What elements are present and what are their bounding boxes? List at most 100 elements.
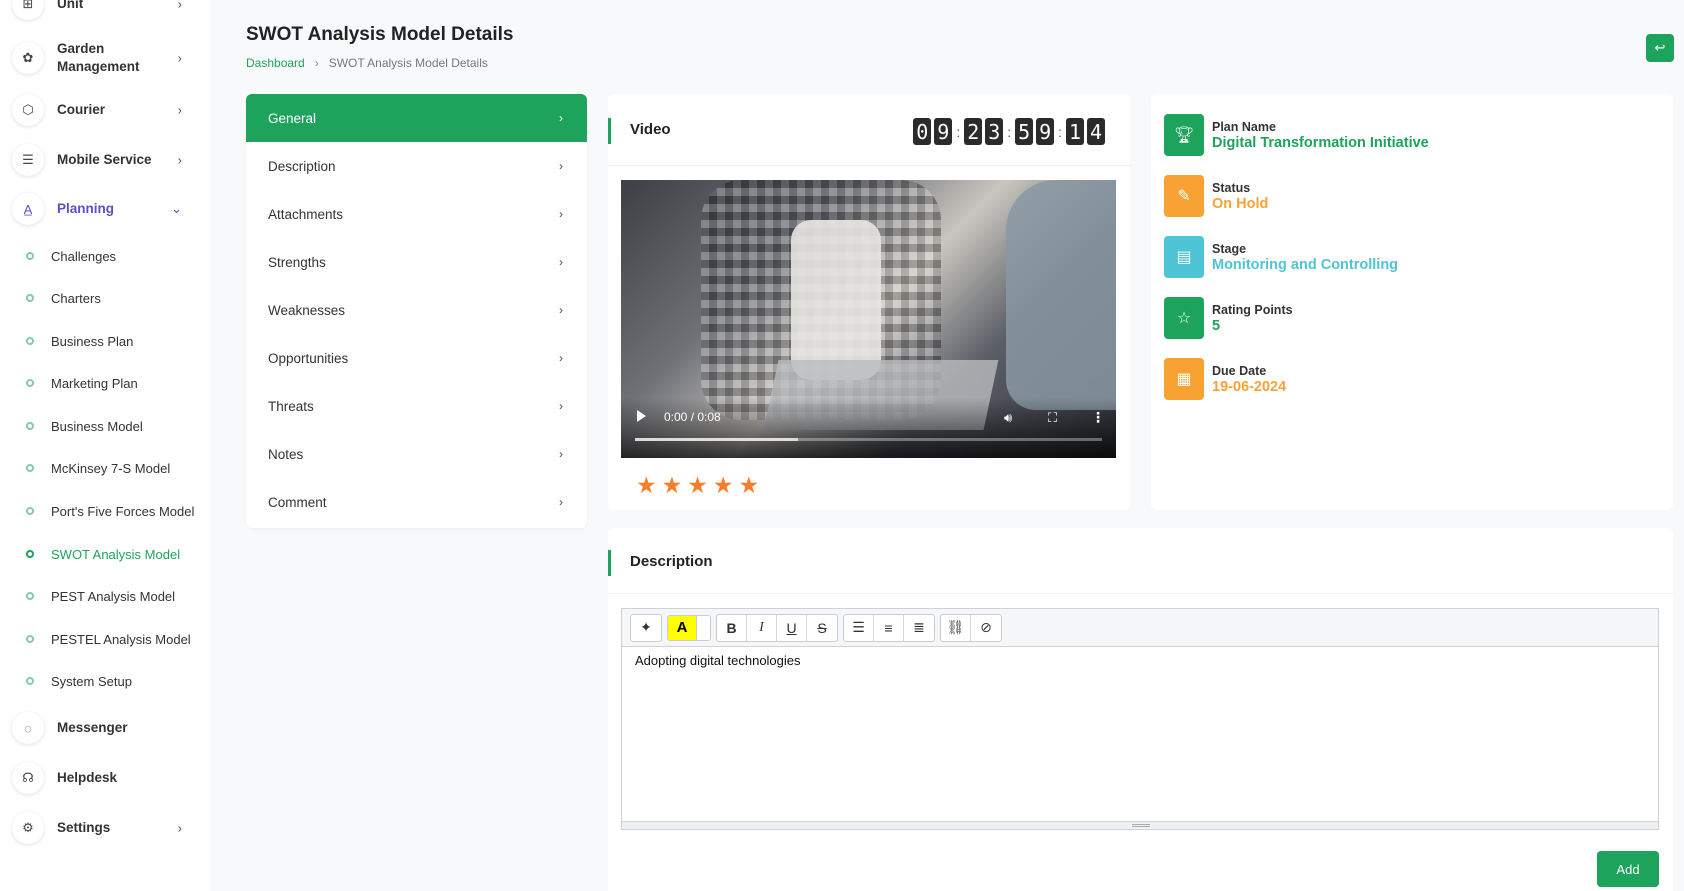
sidebar-subitem-ports-five-forces-model[interactable]: Port's Five Forces Model xyxy=(26,500,194,522)
underline-icon[interactable]: U xyxy=(777,614,807,641)
menu-item-strengths[interactable]: Strengths › xyxy=(246,238,587,286)
add-button[interactable]: Add xyxy=(1597,851,1659,887)
star-icon[interactable]: ★ xyxy=(662,472,683,499)
planning-icon: A̲ xyxy=(12,193,44,225)
menu-item-opportunities[interactable]: Opportunities › xyxy=(246,334,587,382)
bullet-icon xyxy=(26,379,34,387)
more-options-icon[interactable]: ⋮ xyxy=(1091,409,1105,426)
info-status: ✎ Status On Hold xyxy=(1164,175,1268,217)
chevron-right-icon: › xyxy=(177,102,182,118)
box-icon: ⬡ xyxy=(12,94,44,126)
editor-content[interactable]: Adopting digital technologies xyxy=(622,647,1658,674)
sidebar-subitem-marketing-plan[interactable]: Marketing Plan xyxy=(26,372,138,394)
sidebar-subitem-swot-analysis-model[interactable]: SWOT Analysis Model xyxy=(26,543,180,565)
align-icon[interactable]: ≣ xyxy=(904,615,934,641)
bullet-icon xyxy=(26,635,34,643)
bullet-icon xyxy=(26,677,34,685)
sidebar-item-label: Settings xyxy=(57,820,111,835)
menu-item-comment[interactable]: Comment › xyxy=(246,478,587,526)
sidebar-subitem-business-model[interactable]: Business Model xyxy=(26,415,143,437)
description-card: Description ✦ A B I U S ☰ ≡ ≣ ⛓ ⊘ Adopti… xyxy=(608,528,1673,891)
star-icon[interactable]: ★ xyxy=(713,472,734,499)
sidebar-subitem-challenges[interactable]: Challenges xyxy=(26,245,116,267)
play-icon[interactable] xyxy=(637,410,646,422)
timer-digit: 0 xyxy=(913,118,932,145)
timer-digit: 4 xyxy=(1087,118,1105,145)
info-label: Stage xyxy=(1212,241,1247,256)
sidebar-subitem-mckinsey-7s-model[interactable]: McKinsey 7-S Model xyxy=(26,457,170,479)
sidebar-item-helpdesk[interactable]: ☊ Helpdesk xyxy=(12,760,202,796)
magic-format-icon[interactable]: ✦ xyxy=(631,615,661,641)
video-card-header: Video 0 9 : 2 3 : 5 9 : 1 4 xyxy=(608,94,1130,166)
sidebar-item-unit[interactable]: ⊞ Unit › xyxy=(12,0,202,22)
sidebar-item-label: Mobile Service xyxy=(57,152,152,167)
chevron-right-icon: › xyxy=(559,399,563,413)
chevron-right-icon: › xyxy=(177,820,182,836)
menu-item-description[interactable]: Description › xyxy=(246,142,587,190)
sidebar-subitem-label: Business Plan xyxy=(51,333,134,349)
fullscreen-icon[interactable]: ⛶ xyxy=(1048,410,1057,426)
sidebar-subitem-pest-analysis-model[interactable]: PEST Analysis Model xyxy=(26,585,175,607)
video-time: 0:00 / 0:08 xyxy=(664,410,721,424)
sidebar-item-mobile-service[interactable]: ☰ Mobile Service › xyxy=(12,142,202,178)
chevron-right-icon: › xyxy=(177,0,182,12)
info-stage: ▤ Stage Monitoring and Controlling xyxy=(1164,236,1398,278)
menu-item-label: General xyxy=(268,110,317,126)
menu-item-notes[interactable]: Notes › xyxy=(246,430,587,478)
text-color-dropdown[interactable] xyxy=(697,614,711,641)
star-icon[interactable]: ★ xyxy=(739,472,760,499)
info-label: Rating Points xyxy=(1212,302,1293,317)
sidebar-item-settings[interactable]: ⚙ Settings › xyxy=(12,810,202,846)
chevron-right-icon: › xyxy=(177,50,182,66)
video-progress-bar[interactable] xyxy=(635,438,1102,441)
bullet-icon xyxy=(26,337,34,345)
video-card: Video 0 9 : 2 3 : 5 9 : 1 4 0:00 / 0:08 … xyxy=(608,94,1130,510)
breadcrumb-current: SWOT Analysis Model Details xyxy=(328,56,488,70)
menu-item-weaknesses[interactable]: Weaknesses › xyxy=(246,286,587,334)
menu-item-label: Description xyxy=(268,158,336,174)
menu-item-label: Comment xyxy=(268,494,327,510)
menu-item-label: Attachments xyxy=(268,206,344,222)
grip-icon xyxy=(1132,824,1150,827)
editor-resize-handle[interactable] xyxy=(622,821,1658,829)
bullet-icon xyxy=(26,464,34,472)
description-card-header: Description xyxy=(608,528,1673,594)
sidebar-item-label: Planning xyxy=(57,201,114,216)
bullet-icon xyxy=(26,294,34,302)
star-icon[interactable]: ★ xyxy=(687,472,708,499)
sidebar-item-garden-management[interactable]: ✿ Garden Management › xyxy=(12,39,202,77)
ordered-list-icon[interactable]: ≡ xyxy=(874,614,904,641)
sidebar-subitem-label: PEST Analysis Model xyxy=(51,588,176,604)
unlink-icon[interactable]: ⊘ xyxy=(971,615,1001,641)
sidebar-subitem-label: System Setup xyxy=(51,673,132,689)
sidebar-subitem-system-setup[interactable]: System Setup xyxy=(26,670,132,692)
bold-icon[interactable]: B xyxy=(717,614,747,641)
sidebar-subitem-business-plan[interactable]: Business Plan xyxy=(26,330,133,352)
video-frame-shirt xyxy=(791,220,881,380)
text-color-icon[interactable]: A xyxy=(667,614,697,641)
italic-icon[interactable]: I xyxy=(747,614,777,641)
bullet-list-icon[interactable]: ☰ xyxy=(844,614,874,641)
sidebar-subitem-charters[interactable]: Charters xyxy=(26,287,101,309)
video-player[interactable]: 0:00 / 0:08 🔊︎ ⛶ ⋮ xyxy=(621,180,1116,458)
sidebar-item-messenger[interactable]: ◌ Messenger xyxy=(12,710,202,746)
star-icon[interactable]: ★ xyxy=(636,472,657,499)
menu-item-threats[interactable]: Threats › xyxy=(246,382,587,430)
plan-info-card: 🏆︎ Plan Name Digital Transformation Init… xyxy=(1151,94,1673,510)
timer-digit: 9 xyxy=(1036,118,1055,145)
chevron-right-icon: › xyxy=(559,447,563,461)
sidebar-subitem-pestel-analysis-model[interactable]: PESTEL Analysis Model xyxy=(26,628,191,650)
sidebar-item-courier[interactable]: ⬡ Courier › xyxy=(12,92,202,128)
back-button[interactable]: ↩ xyxy=(1646,34,1674,62)
volume-icon[interactable]: 🔊︎ xyxy=(1004,410,1012,426)
breadcrumb-dashboard-link[interactable]: Dashboard xyxy=(246,56,305,70)
sidebar-item-planning[interactable]: A̲ Planning ⌄ xyxy=(12,191,202,227)
video-progress-fill xyxy=(635,438,799,441)
chevron-right-icon: › xyxy=(559,303,563,317)
chevron-right-icon: › xyxy=(559,351,563,365)
strikethrough-icon[interactable]: S xyxy=(807,615,837,641)
link-icon[interactable]: ⛓ xyxy=(941,614,971,641)
info-value: Digital Transformation Initiative xyxy=(1212,134,1429,151)
menu-item-general[interactable]: General › xyxy=(246,94,587,142)
menu-item-attachments[interactable]: Attachments › xyxy=(246,190,587,238)
